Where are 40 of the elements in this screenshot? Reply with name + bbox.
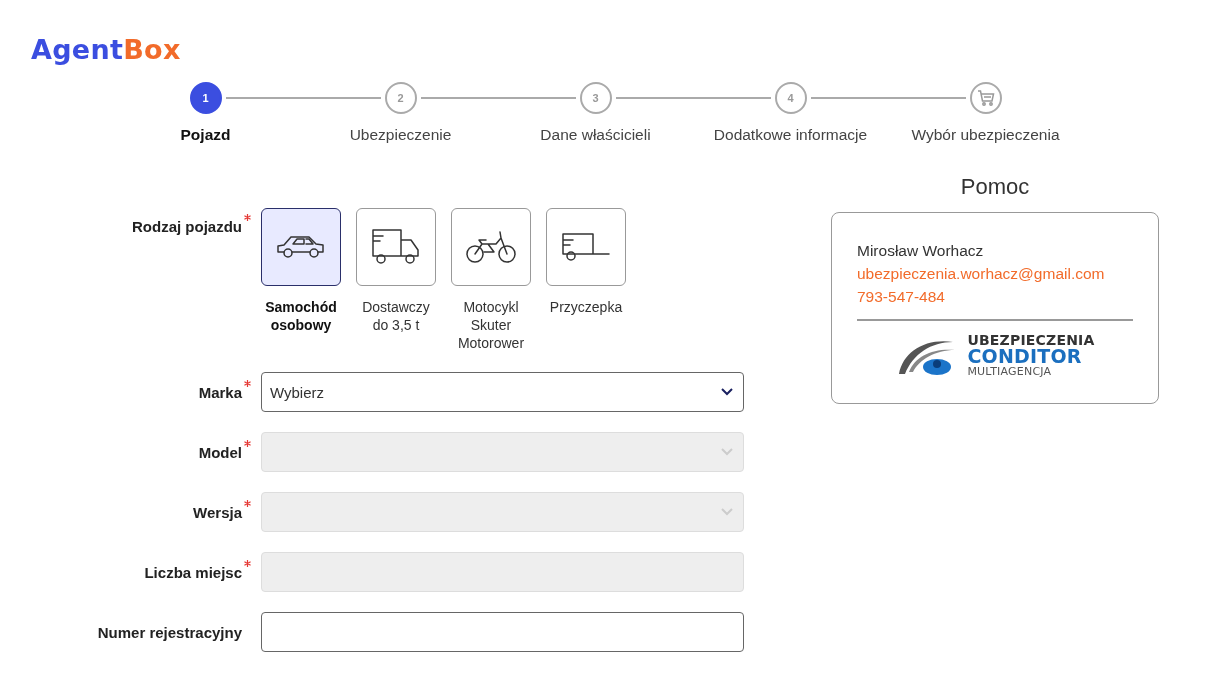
chevron-down-icon (721, 448, 733, 456)
field-label: Marka (198, 383, 252, 401)
agentbox-logo[interactable]: AgentBox (31, 34, 1215, 65)
step-label[interactable]: Dane właścicieli (540, 126, 651, 144)
step-label[interactable]: Dodatkowe informacje (713, 126, 868, 144)
required-asterisk-icon (244, 379, 251, 387)
vehicle-type-option[interactable] (451, 208, 531, 286)
vehicle-type-label: Dostawczy do 3,5 t (362, 298, 430, 334)
step-label[interactable]: Wybór ubezpieczenia (911, 126, 1060, 144)
step-indicator[interactable]: 1 (189, 82, 222, 114)
contact-name: Mirosław Worhacz (857, 241, 985, 261)
field-label: Model (198, 443, 252, 461)
vehicle-type-option[interactable] (261, 208, 341, 286)
cart-icon (976, 90, 995, 106)
vehicle-type-label: Motocykl Skuter Motorower (457, 298, 525, 352)
chevron-down-icon (721, 388, 733, 396)
help-title: Pomoc (960, 174, 1030, 200)
field-label: Rodzaj pojazdu (132, 218, 252, 235)
step-label[interactable]: Pojazd (180, 126, 231, 144)
input-field[interactable] (261, 612, 744, 652)
field-label: Numer rejestracyjny (97, 623, 243, 641)
partner-logo-text: UBEZPIECZENIA (967, 333, 1095, 347)
required-asterisk-icon (244, 499, 251, 507)
vehicle-type-option[interactable] (546, 208, 626, 286)
vehicle-type-label: Przyczepka (549, 298, 623, 316)
vehicle-type-option[interactable] (356, 208, 436, 286)
car-icon (276, 234, 326, 260)
truck-icon (371, 228, 421, 266)
field-label: Wersja (193, 503, 252, 521)
required-asterisk-icon (244, 439, 251, 447)
partner-logo-text: MULTIAGENCJA (967, 366, 1053, 377)
partner-logo-text: CONDITOR (967, 347, 1083, 366)
vehicle-type-label: Samochód osobowy (265, 298, 337, 334)
required-asterisk-icon (244, 214, 251, 221)
chevron-down-icon (721, 508, 733, 516)
field-label: Liczba miejsc (144, 563, 252, 581)
select-field[interactable]: Wybierz (261, 372, 744, 412)
trailer-icon (561, 232, 611, 262)
required-asterisk-icon (244, 559, 251, 567)
step-label[interactable]: Ubezpieczenie (349, 126, 452, 144)
